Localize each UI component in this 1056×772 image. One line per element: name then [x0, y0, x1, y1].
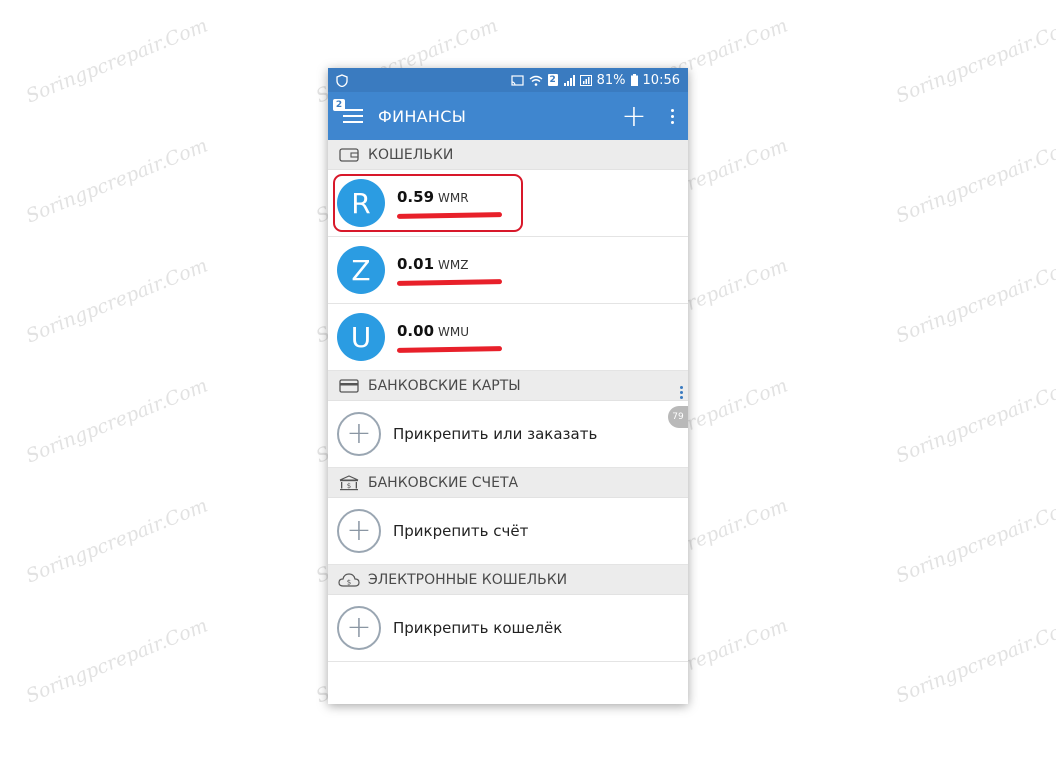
- watermark: Soringpcrepair.Com: [892, 494, 1056, 588]
- section-title: КОШЕЛЬКИ: [368, 146, 454, 163]
- plus-circle-icon: +: [337, 509, 381, 553]
- signal-icon: [579, 74, 592, 86]
- attach-ewallet-label: Прикрепить кошелёк: [393, 619, 563, 637]
- dot-icon: [670, 120, 674, 124]
- wallet-balance: 0.00: [397, 321, 435, 340]
- app-bar: 2 ФИНАНСЫ +: [328, 92, 688, 140]
- wallet-info: 0.00 WMU: [396, 321, 503, 354]
- page-title: ФИНАНСЫ: [378, 106, 467, 126]
- watermark: Soringpcrepair.Com: [892, 254, 1056, 348]
- wallet-currency: WMU: [438, 324, 470, 339]
- attach-account-label: Прикрепить счёт: [393, 522, 529, 540]
- section-title: ЭЛЕКТРОННЫЕ КОШЕЛЬКИ: [368, 571, 568, 588]
- credit-card-icon: [338, 378, 360, 394]
- cast-icon: [511, 74, 524, 86]
- section-header-wallets: КОШЕЛЬКИ: [328, 140, 688, 170]
- watermark: Soringpcrepair.Com: [22, 134, 211, 228]
- section-header-cards: БАНКОВСКИЕ КАРТЫ: [328, 371, 688, 401]
- plus-circle-icon: +: [337, 412, 381, 456]
- bank-icon: $: [338, 474, 360, 491]
- phone-screen: 2 81% 10:56 2 ФИНАНСЫ + КОШЕЛЬКИ R 0.59 …: [328, 68, 688, 704]
- clock: 10:56: [642, 72, 680, 88]
- avatar: U: [337, 313, 385, 361]
- wallet-row-wmr[interactable]: R 0.59 WMR: [328, 170, 688, 237]
- scroll-counter[interactable]: 79: [668, 406, 688, 428]
- wallet-icon: [338, 147, 360, 163]
- wifi-icon: [529, 75, 543, 86]
- attach-card-label: Прикрепить или заказать: [393, 425, 598, 443]
- watermark: Soringpcrepair.Com: [22, 254, 211, 348]
- attach-ewallet-button[interactable]: + Прикрепить кошелёк: [328, 595, 688, 662]
- add-button[interactable]: +: [614, 92, 654, 140]
- purse-number: [396, 276, 503, 287]
- watermark: Soringpcrepair.Com: [892, 614, 1056, 708]
- scroll-handle-icon[interactable]: [680, 386, 683, 399]
- wallet-currency: WMZ: [438, 257, 469, 272]
- wallet-row-wmu[interactable]: U 0.00 WMU: [328, 304, 688, 371]
- redaction-mark: [396, 345, 503, 353]
- balance-line: 0.01 WMZ: [397, 254, 468, 273]
- shield-icon: [336, 73, 348, 87]
- watermark: Soringpcrepair.Com: [892, 374, 1056, 468]
- attach-card-button[interactable]: + Прикрепить или заказать: [328, 401, 688, 468]
- section-header-ewallets: $ ЭЛЕКТРОННЫЕ КОШЕЛЬКИ: [328, 565, 688, 595]
- section-header-accounts: $ БАНКОВСКИЕ СЧЕТА: [328, 468, 688, 498]
- signal-icon: [563, 74, 575, 86]
- purse-number: [396, 343, 503, 354]
- status-bar: 2 81% 10:56: [328, 68, 688, 92]
- watermark: Soringpcrepair.Com: [22, 374, 211, 468]
- svg-text:$: $: [347, 578, 351, 586]
- status-left: [336, 73, 348, 87]
- status-right: 2 81% 10:56: [511, 73, 680, 88]
- hamburger-icon: [343, 109, 363, 123]
- section-title: БАНКОВСКИЕ СЧЕТА: [368, 474, 519, 491]
- watermark: Soringpcrepair.Com: [892, 14, 1056, 108]
- dot-icon: [670, 114, 674, 118]
- avatar: Z: [337, 246, 385, 294]
- battery-icon: [630, 74, 638, 86]
- attach-account-button[interactable]: + Прикрепить счёт: [328, 498, 688, 565]
- battery-percent: 81%: [596, 72, 626, 88]
- wallet-row-wmz[interactable]: Z 0.01 WMZ: [328, 237, 688, 304]
- sim-slot-icon: 2: [547, 74, 558, 86]
- wallet-balance: 0.01: [397, 254, 435, 273]
- cloud-money-icon: $: [338, 572, 360, 588]
- watermark: Soringpcrepair.Com: [892, 134, 1056, 228]
- watermark: Soringpcrepair.Com: [22, 614, 211, 708]
- highlight-frame: [333, 174, 523, 232]
- svg-text:$: $: [347, 482, 351, 490]
- more-options-button[interactable]: [662, 92, 682, 140]
- notification-badge: 2: [333, 99, 345, 111]
- balance-line: 0.00 WMU: [397, 321, 469, 340]
- menu-button[interactable]: 2: [328, 92, 378, 140]
- watermark: Soringpcrepair.Com: [22, 14, 211, 108]
- plus-circle-icon: +: [337, 606, 381, 650]
- redaction-mark: [396, 278, 503, 286]
- watermark: Soringpcrepair.Com: [22, 494, 211, 588]
- section-title: БАНКОВСКИЕ КАРТЫ: [368, 377, 521, 394]
- dot-icon: [670, 108, 674, 112]
- wallet-info: 0.01 WMZ: [396, 254, 503, 287]
